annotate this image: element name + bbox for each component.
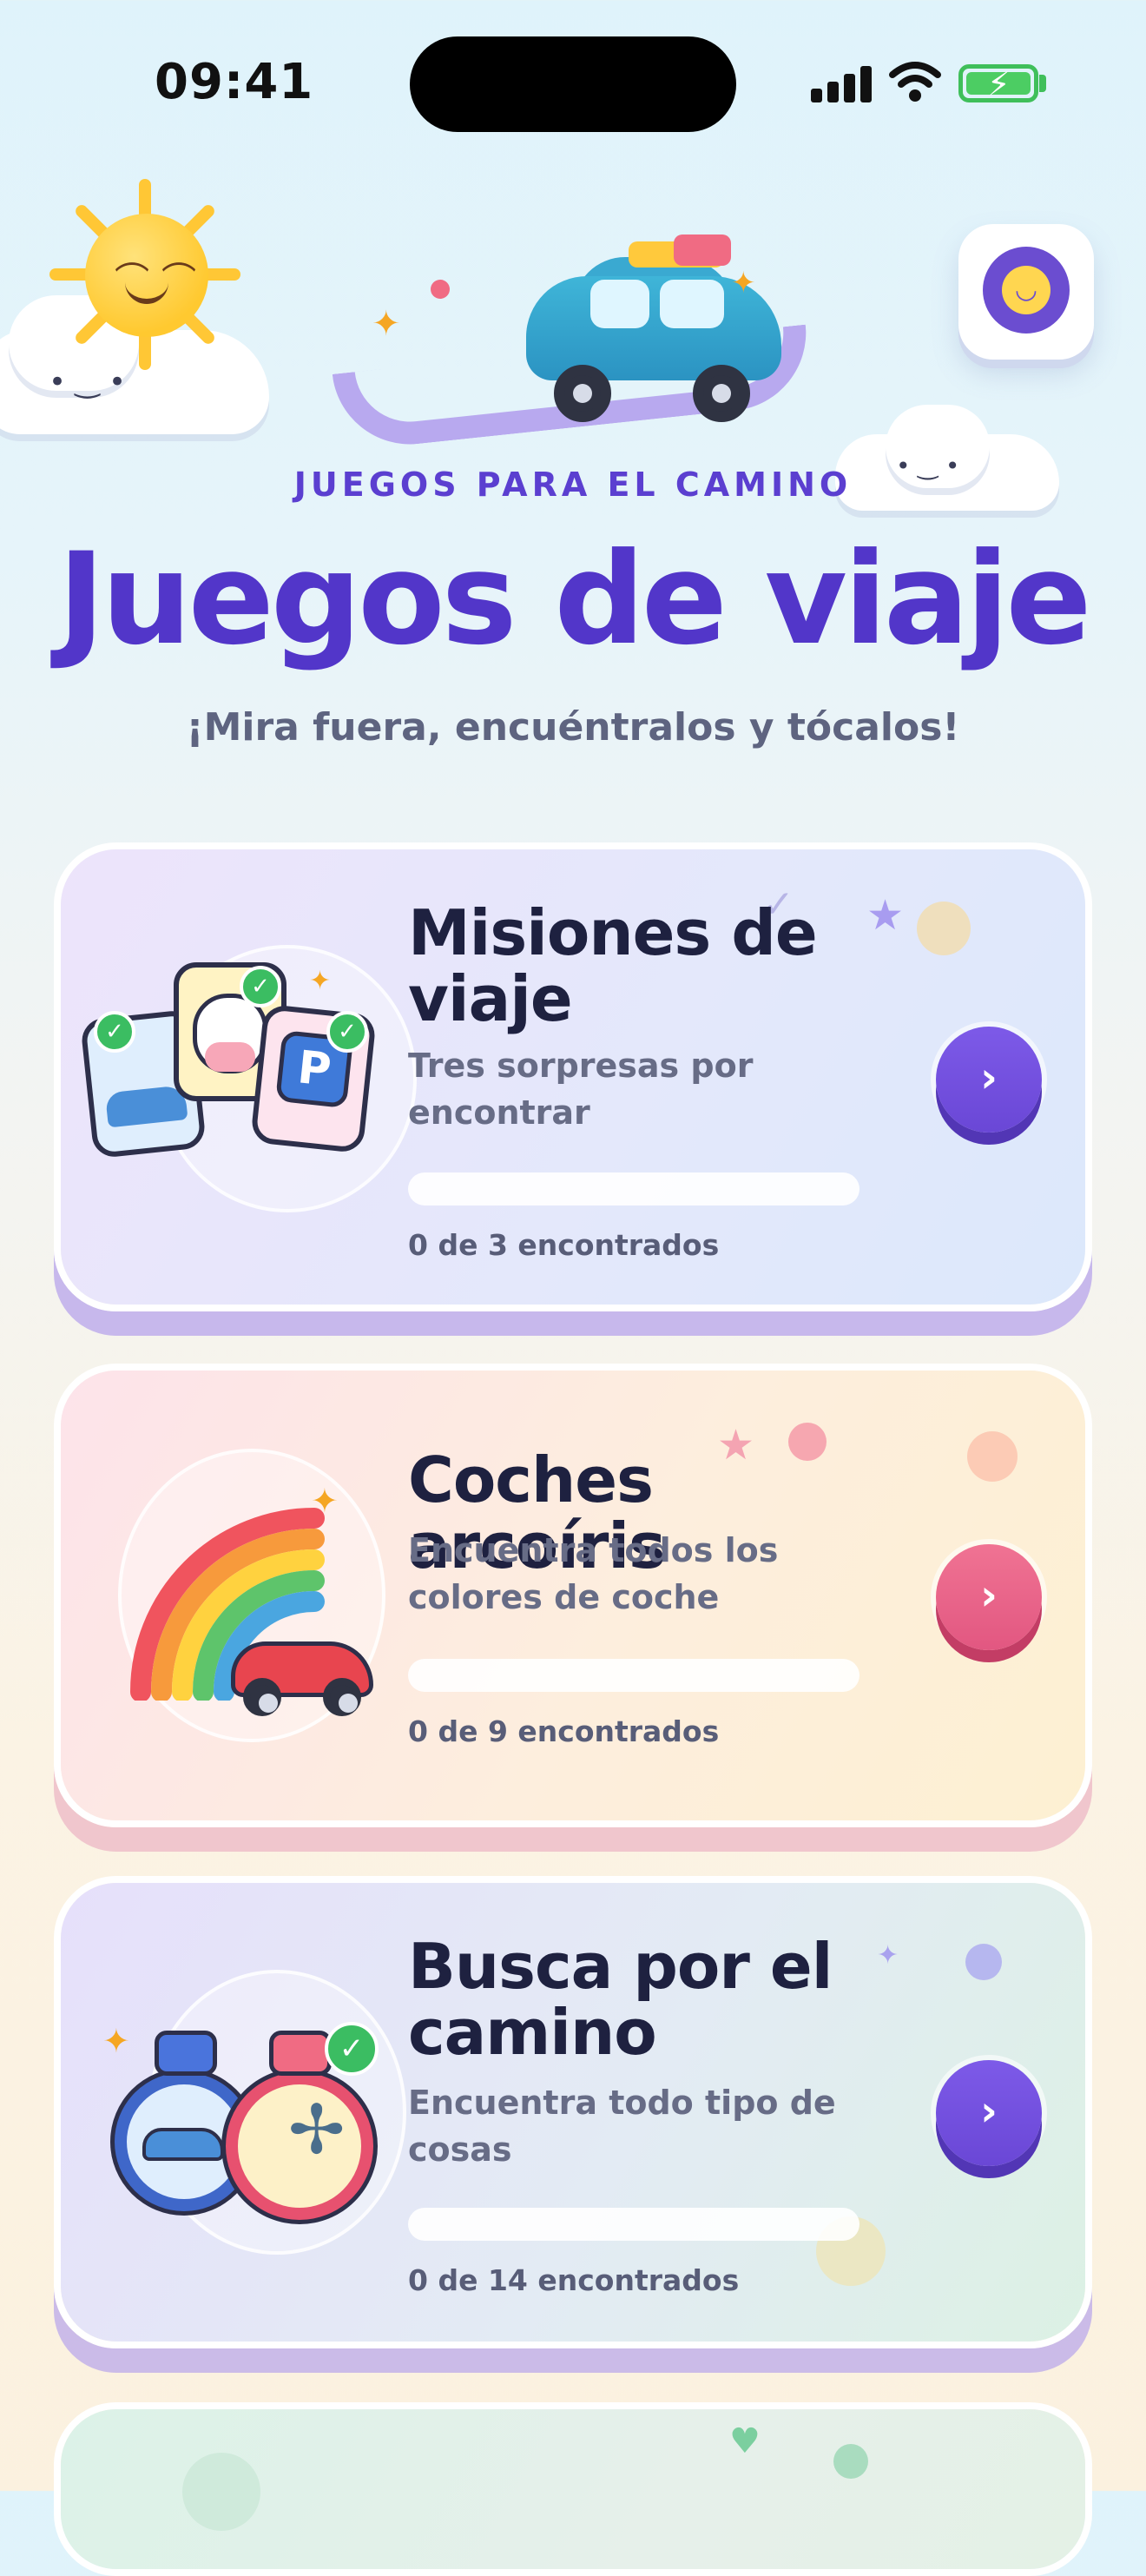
- dot-decoration: [182, 2453, 260, 2531]
- page-title: Juegos de viaje: [57, 525, 1092, 673]
- check-icon: ✓: [240, 966, 281, 1007]
- sparkle-icon: ✦: [372, 304, 401, 344]
- cloud-face: • ‿ •: [49, 365, 127, 400]
- dot-decoration: [965, 1944, 1002, 1980]
- page-subtitle: ¡Mira fuera, encuéntralos y tócalos!: [186, 705, 960, 750]
- cellular-signal-icon: [811, 64, 872, 102]
- status-time: 09:41: [155, 54, 314, 110]
- check-icon: ✓: [325, 2022, 379, 2076]
- dot-decoration: [967, 1431, 1018, 1482]
- luggage-icon: [674, 234, 731, 266]
- sun-icon: ⌒⌒: [85, 214, 208, 337]
- settings-button[interactable]: ◡: [958, 224, 1094, 360]
- check-icon: ✓: [94, 1011, 135, 1053]
- battery-tip: [1039, 75, 1046, 92]
- open-game-button[interactable]: ›: [936, 2060, 1042, 2166]
- section-kicker: JUEGOS PARA EL CAMINO: [293, 466, 853, 504]
- progress-bar: [408, 1172, 860, 1205]
- dynamic-island: [410, 36, 736, 132]
- battery-icon: ⚡: [958, 64, 1038, 103]
- card-title: Misiones de viaje: [408, 896, 818, 1035]
- wheel-icon: [693, 365, 750, 422]
- game-card-busca[interactable]: ✢ ✓ ✦ ✦ Busca por el camino Encuentra to…: [54, 1876, 1092, 2348]
- chevron-right-icon: ›: [980, 1054, 998, 1102]
- sparkle-icon: ✦: [731, 266, 756, 301]
- sparkle-icon: ✦: [102, 2022, 130, 2060]
- heart-decoration: ♥: [729, 2421, 761, 2461]
- progress-count: 0 de 14 encontrados: [408, 2263, 740, 2297]
- dot-decoration: [431, 280, 450, 299]
- card-title: Busca por el camino: [408, 1930, 833, 2069]
- open-game-button[interactable]: ›: [936, 1544, 1042, 1650]
- blue-car-icon: [142, 2128, 224, 2161]
- medal-ribbon: [155, 2031, 217, 2076]
- game-card-coches[interactable]: ✦ ★ Coches arcoíris Encuentra todos los …: [54, 1364, 1092, 1827]
- progress-count: 0 de 9 encontrados: [408, 1714, 720, 1748]
- open-game-button[interactable]: ›: [936, 1027, 1042, 1133]
- gear-icon: ◡: [983, 247, 1070, 334]
- game-card-partial[interactable]: ♥: [54, 2402, 1092, 2576]
- car-window: [660, 280, 724, 328]
- wheel-icon: [554, 365, 611, 422]
- card-subtitle: Encuentra todos los colores de coche: [408, 1531, 779, 1616]
- card-subtitle: Encuentra todo tipo de cosas: [408, 2084, 836, 2169]
- dot-decoration: [833, 2444, 868, 2479]
- dot-decoration: [917, 902, 971, 955]
- progress-bar: [408, 2208, 860, 2241]
- windmill-icon: ✢: [288, 2091, 346, 2170]
- progress-bar: [408, 1659, 860, 1692]
- wheel-icon: [323, 1678, 361, 1716]
- wifi-icon: [889, 62, 941, 102]
- wheel-icon: [243, 1678, 281, 1716]
- chevron-right-icon: ›: [980, 2087, 998, 2136]
- medal-ribbon: [269, 2031, 332, 2076]
- sparkle-icon: ✦: [311, 1482, 339, 1520]
- sparkle-icon: ✦: [309, 966, 332, 996]
- game-card-misiones[interactable]: P ✓ ✓ ✓ ✦ ★ ✓ Misiones de viaje Tres sor…: [54, 842, 1092, 1311]
- chevron-right-icon: ›: [980, 1571, 998, 1620]
- car-window: [590, 280, 649, 328]
- check-icon: ✓: [326, 1011, 368, 1053]
- card-subtitle: Tres sorpresas por encontrar: [408, 1047, 754, 1132]
- progress-count: 0 de 3 encontrados: [408, 1228, 720, 1262]
